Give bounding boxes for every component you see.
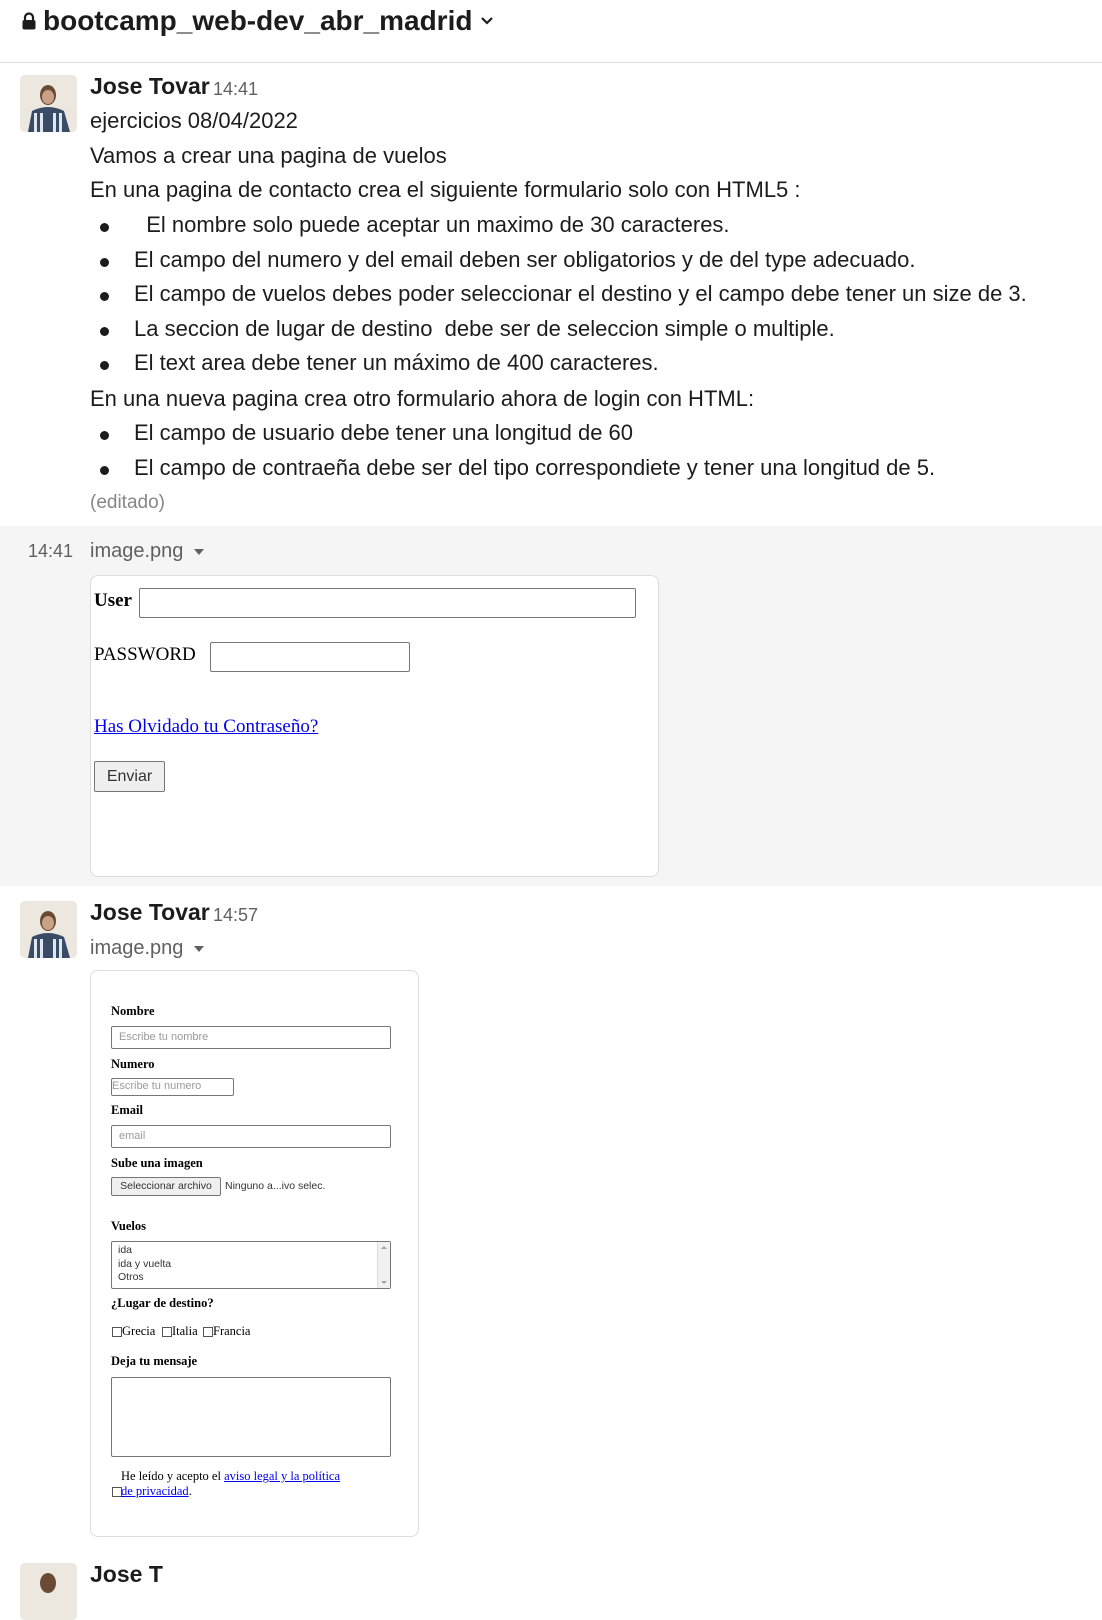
image-attachment-contact[interactable]: Nombre Escribe tu nombre Numero Escribe … [90,970,419,1537]
caret-down-icon [194,548,205,555]
bullet-dot [100,292,109,301]
password-input [210,642,410,672]
avatar-photo [20,1563,77,1620]
vuelos-option: ida y vuelta [118,1257,172,1270]
bullet-text: La seccion de lugar de destino debe ser … [134,316,835,341]
destino-option: Francia [213,1324,251,1338]
imagen-label: Sube una imagen [111,1156,203,1170]
message-line: Vamos a crear una pagina de vuelos [90,143,447,168]
legal-text: He leído y acepto el aviso legal y la po… [121,1469,340,1484]
lock-icon [22,12,36,30]
bullet-text: El nombre solo puede aceptar un maximo d… [134,212,730,237]
message-author[interactable]: Jose Tovar [90,73,210,100]
vuelos-option: Otros [118,1271,144,1283]
message-author[interactable]: Jose T [90,1561,163,1588]
avatar-photo [20,75,77,132]
checkbox-francia [203,1327,213,1337]
numero-placeholder: Escribe tu numero [112,1080,202,1092]
vuelos-scrollbar [377,1242,390,1288]
mensaje-textarea [111,1377,391,1457]
email-label: Email [111,1103,143,1117]
file-name-button[interactable]: image.png [90,540,205,563]
vuelos-select: ida ida y vuelta Otros [111,1241,391,1289]
vuelos-label: Vuelos [111,1219,146,1233]
avatar[interactable] [20,901,77,958]
image-attachment-login[interactable]: User PASSWORD Has Olvidado tu Contraseño… [90,575,659,877]
vuelos-option: ida [118,1244,133,1256]
message-timestamp[interactable]: 14:41 [213,79,258,100]
file-name: image.png [90,937,184,959]
destino-option: Italia [172,1324,198,1338]
bullet-dot [100,327,109,336]
channel-header: bootcamp_web-dev_abr_madrid [0,0,1102,63]
destino-option: Grecia [122,1324,156,1338]
bullet-dot [100,431,109,440]
message-line: En una pagina de contacto crea el siguie… [90,177,801,202]
bullet-dot [100,466,109,475]
bullet-dot [100,223,109,232]
message-line: En una nueva pagina crea otro formulario… [90,386,755,411]
bullet-text: El campo de usuario debe tener una longi… [134,420,634,445]
nombre-placeholder: Escribe tu nombre [119,1031,209,1043]
avatar[interactable] [20,75,77,132]
message-line: ejercicios 08/04/2022 [90,108,298,133]
email-placeholder: email [119,1130,146,1142]
bullet-dot [100,361,109,370]
message-timestamp[interactable]: 14:41 [28,541,73,562]
checkbox-italia [162,1327,172,1337]
destino-label: ¿Lugar de destino? [111,1296,214,1310]
avatar[interactable] [20,1563,77,1620]
file-status-text: Ninguno a...ivo selec. [225,1180,326,1192]
legal-suffix: . [188,1484,192,1498]
message-timestamp[interactable]: 14:57 [213,905,258,926]
scroll-arrows-icon [381,1246,387,1284]
message-author[interactable]: Jose Tovar [90,899,210,926]
bullet-dot [100,258,109,267]
legal-link: aviso legal y la política [224,1469,341,1483]
bullet-text: El campo de vuelos debes poder seleccion… [134,281,1027,306]
channel-name-button[interactable]: bootcamp_web-dev_abr_madrid [22,5,494,37]
mensaje-label: Deja tu mensaje [111,1354,198,1368]
forgot-password-link: Has Olvidado tu Contraseño? [94,716,319,737]
privacy-link: de privacidad [121,1484,189,1498]
user-label: User [94,590,132,611]
file-select-button: Seleccionar archivo [111,1177,221,1196]
channel-title: bootcamp_web-dev_abr_madrid [43,5,473,36]
bullet-text: El campo del numero y del email deben se… [134,247,916,272]
file-name-button[interactable]: image.png [90,937,205,960]
caret-down-icon [194,945,205,952]
user-input [139,588,636,618]
avatar-photo [20,901,77,958]
legal-text-line2: de privacidad. [121,1484,192,1499]
edited-label: (editado) [90,492,165,513]
legal-prefix: He leído y acepto el [121,1469,225,1483]
chevron-down-icon [481,17,494,25]
file-name: image.png [90,540,184,562]
submit-button: Enviar [94,761,165,792]
bullet-text: El text area debe tener un máximo de 400… [134,350,659,375]
bullet-text: El campo de contraeña debe ser del tipo … [134,455,936,480]
password-label: PASSWORD [94,644,196,665]
numero-label: Numero [111,1057,155,1071]
email-input [111,1125,391,1148]
checkbox-grecia [112,1327,122,1337]
nombre-label: Nombre [111,1004,155,1018]
